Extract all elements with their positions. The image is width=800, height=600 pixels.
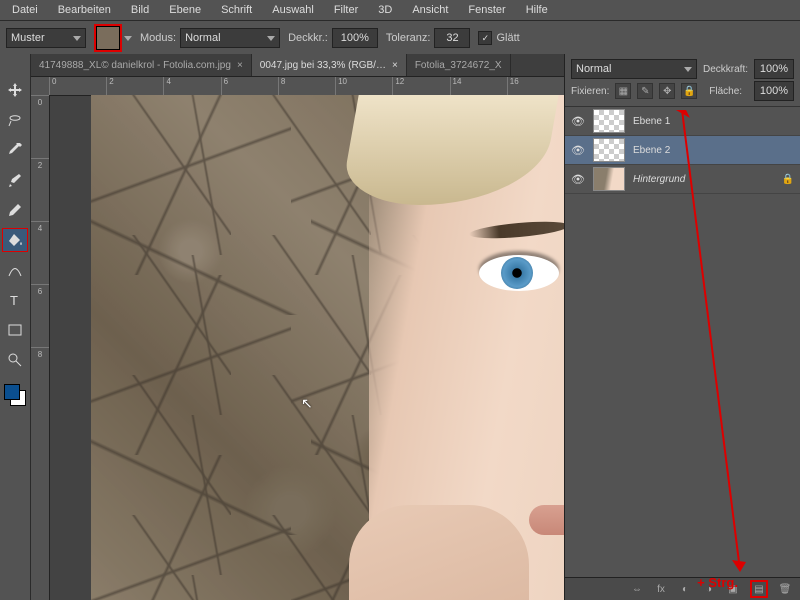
pencil-tool[interactable] <box>2 198 28 222</box>
vertical-ruler: 02468 <box>31 95 50 600</box>
document-tabs: 41749888_XL© danielkrol - Fotolia.com.jp… <box>31 54 564 77</box>
layer-fill-input[interactable]: 100% <box>754 81 794 101</box>
annotation-text: + Strg. <box>697 575 738 590</box>
color-swatches[interactable] <box>4 384 26 406</box>
rectangle-tool[interactable] <box>2 318 28 342</box>
menu-schrift[interactable]: Schrift <box>211 2 262 18</box>
layer-name[interactable]: Hintergrund <box>633 174 774 185</box>
mask-icon[interactable]: ◐ <box>678 582 692 596</box>
layer-opacity-input[interactable]: 100% <box>754 59 794 79</box>
close-icon[interactable]: × <box>237 60 243 71</box>
canvas-area: 0246810121416 02468 ↖ <box>31 77 564 600</box>
new-layer-icon[interactable]: ▤ <box>750 580 768 598</box>
menu-ebene[interactable]: Ebene <box>159 2 211 18</box>
antialias-label: Glätt <box>496 32 519 44</box>
menu-3d[interactable]: 3D <box>368 2 402 18</box>
lock-pixels-icon[interactable]: ✎ <box>637 83 653 99</box>
layer-row[interactable]: 👁 Ebene 2 <box>565 136 800 165</box>
chevron-down-icon[interactable] <box>124 36 132 41</box>
path-tool[interactable] <box>2 258 28 282</box>
document-canvas[interactable]: ↖ <box>91 95 564 600</box>
document-tab[interactable]: Fotolia_3724672_X <box>407 54 511 76</box>
panels-dock: Normal Deckkraft: 100% Fixieren: ▦ ✎ ✥ 🔒… <box>564 54 800 600</box>
menu-fenster[interactable]: Fenster <box>458 2 515 18</box>
tool-palette: T <box>0 54 31 600</box>
lock-transparency-icon[interactable]: ▦ <box>615 83 631 99</box>
link-layers-icon[interactable]: ⇔ <box>630 582 644 596</box>
layer-row[interactable]: 👁 Hintergrund 🔒 <box>565 165 800 194</box>
visibility-icon[interactable]: 👁 <box>571 114 585 128</box>
menu-datei[interactable]: Datei <box>2 2 48 18</box>
lasso-tool[interactable] <box>2 108 28 132</box>
fill-label: Fläche: <box>709 86 742 97</box>
menu-bild[interactable]: Bild <box>121 2 159 18</box>
layer-name[interactable]: Ebene 2 <box>633 145 794 156</box>
lock-icon: 🔒 <box>782 174 794 185</box>
menu-ansicht[interactable]: Ansicht <box>402 2 458 18</box>
eyedropper-tool[interactable] <box>2 138 28 162</box>
opacity-label: Deckkr.: <box>288 32 328 44</box>
horizontal-ruler: 0246810121416 <box>49 77 564 96</box>
zoom-tool[interactable] <box>2 348 28 372</box>
document-tab[interactable]: 41749888_XL© danielkrol - Fotolia.com.jp… <box>31 54 252 76</box>
blend-mode-dropdown[interactable]: Normal <box>180 28 280 48</box>
lock-position-icon[interactable]: ✥ <box>659 83 675 99</box>
menu-auswahl[interactable]: Auswahl <box>262 2 324 18</box>
paint-bucket-tool[interactable] <box>2 228 28 252</box>
type-tool[interactable]: T <box>2 288 28 312</box>
mode-label: Modus: <box>140 32 176 44</box>
pattern-swatch[interactable] <box>94 24 122 52</box>
brush-tool[interactable] <box>2 168 28 192</box>
options-bar: Muster Modus: Normal Deckkr.: 100% Toler… <box>0 21 800 56</box>
visibility-icon[interactable]: 👁 <box>571 172 585 186</box>
menu-hilfe[interactable]: Hilfe <box>516 2 558 18</box>
layer-thumbnail[interactable] <box>593 167 625 191</box>
layers-list: 👁 Ebene 1 👁 Ebene 2 👁 Hintergrund 🔒 <box>565 107 800 577</box>
opacity-label: Deckkraft: <box>703 64 748 75</box>
layers-footer: ⇔ fx ◐ ◑ ▣ ▤ 🗑 <box>565 577 800 600</box>
document-tab[interactable]: 0047.jpg bei 33,3% (RGB/…× <box>252 54 407 76</box>
close-icon[interactable]: × <box>392 60 398 71</box>
lock-all-icon[interactable]: 🔒 <box>681 83 697 99</box>
svg-text:T: T <box>10 293 18 308</box>
fill-type-dropdown[interactable]: Muster <box>6 28 86 48</box>
tolerance-input[interactable]: 32 <box>434 28 470 48</box>
fx-icon[interactable]: fx <box>654 582 668 596</box>
menu-filter[interactable]: Filter <box>324 2 368 18</box>
menu-bar: Datei Bearbeiten Bild Ebene Schrift Ausw… <box>0 0 800 21</box>
antialias-checkbox[interactable]: ✓ <box>478 31 492 45</box>
layer-thumbnail[interactable] <box>593 138 625 162</box>
layer-thumbnail[interactable] <box>593 109 625 133</box>
cursor-icon: ↖ <box>301 395 313 412</box>
opacity-input[interactable]: 100% <box>332 28 378 48</box>
layer-row[interactable]: 👁 Ebene 1 <box>565 107 800 136</box>
menu-bearbeiten[interactable]: Bearbeiten <box>48 2 121 18</box>
layer-blend-dropdown[interactable]: Normal <box>571 59 697 79</box>
move-tool[interactable] <box>2 78 28 102</box>
visibility-icon[interactable]: 👁 <box>571 143 585 157</box>
tolerance-label: Toleranz: <box>386 32 431 44</box>
layer-name[interactable]: Ebene 1 <box>633 116 794 127</box>
lock-label: Fixieren: <box>571 86 609 97</box>
trash-icon[interactable]: 🗑 <box>778 582 792 596</box>
